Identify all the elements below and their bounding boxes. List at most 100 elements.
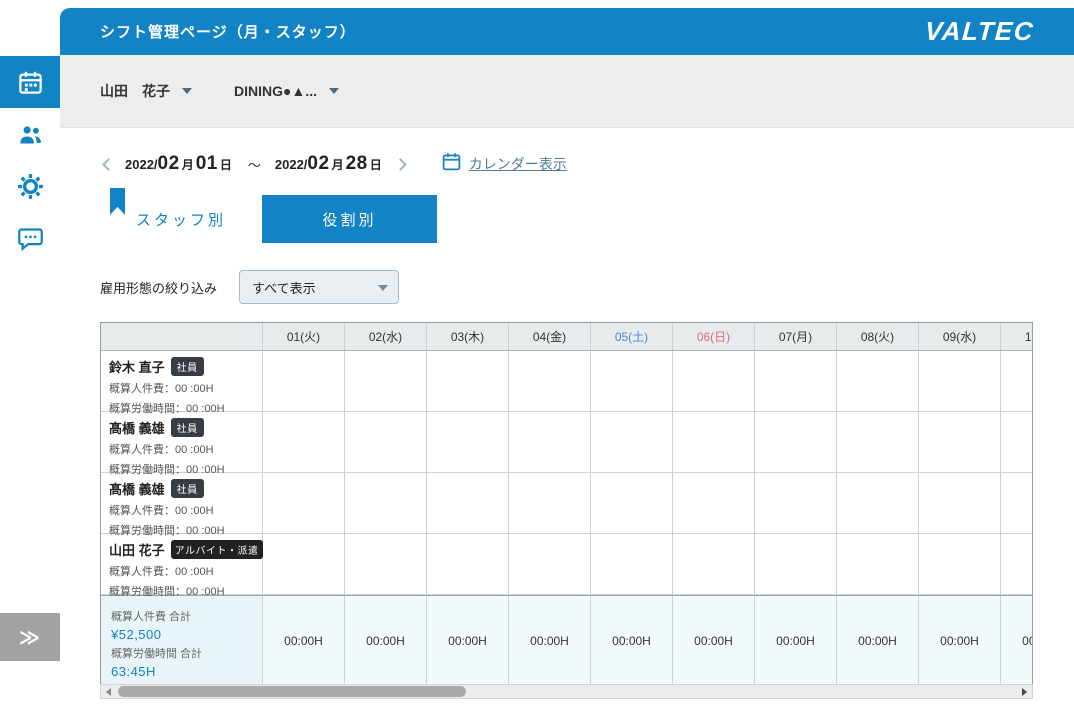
day-header: 08(火) bbox=[837, 323, 919, 350]
shift-cell[interactable] bbox=[345, 351, 427, 411]
shift-cell[interactable] bbox=[591, 534, 673, 594]
shift-cell[interactable] bbox=[591, 412, 673, 472]
valtec-logo: VALTEC bbox=[924, 16, 1035, 47]
shift-cell[interactable] bbox=[591, 473, 673, 533]
sidebar-item-shift-calendar[interactable] bbox=[0, 56, 60, 108]
shift-cell[interactable] bbox=[427, 473, 509, 533]
summary-total-cell: 00:00H bbox=[345, 596, 427, 685]
scrollbar-track[interactable] bbox=[116, 685, 1017, 698]
shift-cell[interactable] bbox=[673, 534, 755, 594]
shift-cell[interactable] bbox=[673, 473, 755, 533]
shift-cell[interactable] bbox=[919, 473, 1001, 533]
shift-cell[interactable] bbox=[509, 534, 591, 594]
shift-cell[interactable] bbox=[919, 534, 1001, 594]
shift-cell[interactable] bbox=[263, 351, 345, 411]
date-range-nav: 2022/02月01日 ～ 2022/02月28日 カレンダー表示 bbox=[100, 148, 567, 180]
shift-cell[interactable] bbox=[427, 351, 509, 411]
employment-filter-select[interactable]: すべて表示 bbox=[239, 270, 399, 304]
chevron-down-icon bbox=[329, 88, 339, 94]
scrollbar-thumb[interactable] bbox=[118, 686, 466, 697]
sidebar-item-settings[interactable] bbox=[0, 160, 60, 212]
shift-cell[interactable] bbox=[1001, 473, 1033, 533]
shift-cell[interactable] bbox=[509, 473, 591, 533]
view-tabs: スタッフ別 役割別 bbox=[100, 195, 437, 243]
day-header: 06(日) bbox=[673, 323, 755, 350]
staff-cost: 概算人件費：00 :00H bbox=[109, 563, 254, 579]
chevron-down-icon bbox=[182, 88, 192, 94]
summary-total-cell: 00:00H bbox=[263, 596, 345, 685]
shift-cell[interactable] bbox=[837, 412, 919, 472]
shift-cell[interactable] bbox=[345, 473, 427, 533]
sidebar-item-messages[interactable] bbox=[0, 212, 60, 264]
day-header: 05(土) bbox=[591, 323, 673, 350]
shift-cell[interactable] bbox=[919, 412, 1001, 472]
summary-total-cell: 00:00H bbox=[591, 596, 673, 685]
table-horizontal-scrollbar bbox=[100, 684, 1033, 699]
staff-column-header bbox=[101, 323, 263, 350]
prev-month-button[interactable] bbox=[100, 156, 117, 173]
summary-total-cell: 00:00H bbox=[919, 596, 1001, 685]
staff-name: 鈴木 直子 bbox=[109, 357, 165, 376]
scroll-left-button[interactable] bbox=[101, 685, 116, 698]
summary-total-cell: 00:00H bbox=[509, 596, 591, 685]
staff-info-cell: 鈴木 直子社員 概算人件費：00 :00H 概算労働時間：00 :00H bbox=[101, 351, 263, 411]
shift-cell[interactable] bbox=[263, 534, 345, 594]
shift-cell[interactable] bbox=[837, 473, 919, 533]
sidebar-expand-button[interactable]: ≫ bbox=[0, 613, 60, 661]
shift-cell[interactable] bbox=[755, 412, 837, 472]
calendar-icon bbox=[17, 69, 44, 96]
shift-cell[interactable] bbox=[1001, 351, 1033, 411]
staff-row: 髙橋 義雄社員 概算人件費：00 :00H 概算労働時間：00 :00H bbox=[101, 473, 1033, 534]
sidebar-item-staff[interactable] bbox=[0, 108, 60, 160]
summary-cost-label: 概算人件費 合計 bbox=[111, 608, 252, 624]
store-dropdown[interactable]: DINING●▲... bbox=[234, 83, 339, 99]
chevron-right-icon bbox=[394, 158, 407, 171]
tab-by-staff[interactable]: スタッフ別 bbox=[100, 195, 262, 243]
shift-cell[interactable] bbox=[755, 534, 837, 594]
day-header: 01(火) bbox=[263, 323, 345, 350]
shift-cell[interactable] bbox=[673, 351, 755, 411]
summary-totals-cell: 概算人件費 合計 ¥52,500 概算労働時間 合計 63:45H bbox=[101, 596, 263, 685]
user-dropdown[interactable]: 山田 花子 bbox=[100, 81, 192, 101]
employment-filter-label: 雇用形態の絞り込み bbox=[100, 278, 217, 297]
next-month-button[interactable] bbox=[392, 156, 409, 173]
shift-cell[interactable] bbox=[755, 473, 837, 533]
calendar-icon bbox=[441, 151, 462, 177]
day-header: 03(木) bbox=[427, 323, 509, 350]
summary-hours-value: 63:45H bbox=[111, 664, 252, 679]
shift-cell[interactable] bbox=[591, 351, 673, 411]
shift-cell[interactable] bbox=[345, 412, 427, 472]
shift-cell[interactable] bbox=[345, 534, 427, 594]
shift-cell[interactable] bbox=[263, 412, 345, 472]
shift-cell[interactable] bbox=[427, 534, 509, 594]
shift-management-page: ≫ シフト管理ページ（月・スタッフ） VALTEC 山田 花子 DINING●▲… bbox=[0, 0, 1074, 727]
day-header: 10(木) bbox=[1001, 323, 1033, 350]
shift-cell[interactable] bbox=[837, 534, 919, 594]
main-content: 2022/02月01日 ～ 2022/02月28日 カレンダー表示 bbox=[60, 128, 1074, 727]
staff-name: 髙橋 義雄 bbox=[109, 418, 165, 437]
page-title: シフト管理ページ（月・スタッフ） bbox=[100, 21, 356, 42]
shift-cell[interactable] bbox=[673, 412, 755, 472]
shift-cell[interactable] bbox=[837, 351, 919, 411]
shift-cell[interactable] bbox=[509, 412, 591, 472]
staff-info-cell: 山田 花子アルバイト・派遣 概算人件費：00 :00H 概算労働時間：00 :0… bbox=[101, 534, 263, 594]
shift-cell[interactable] bbox=[1001, 412, 1033, 472]
people-icon bbox=[17, 121, 44, 148]
employment-filter: 雇用形態の絞り込み すべて表示 bbox=[100, 270, 399, 304]
shift-cell[interactable] bbox=[263, 473, 345, 533]
staff-cost: 概算人件費：00 :00H bbox=[109, 380, 254, 396]
shift-cell[interactable] bbox=[427, 412, 509, 472]
calendar-view-link[interactable]: カレンダー表示 bbox=[441, 151, 567, 177]
top-header: シフト管理ページ（月・スタッフ） VALTEC bbox=[60, 8, 1074, 55]
shift-cell[interactable] bbox=[1001, 534, 1033, 594]
staff-row: 山田 花子アルバイト・派遣 概算人件費：00 :00H 概算労働時間：00 :0… bbox=[101, 534, 1033, 595]
shift-cell[interactable] bbox=[755, 351, 837, 411]
staff-cost: 概算人件費：00 :00H bbox=[109, 502, 254, 518]
scroll-right-button[interactable] bbox=[1017, 685, 1032, 698]
shift-cell[interactable] bbox=[509, 351, 591, 411]
tab-by-role[interactable]: 役割別 bbox=[262, 195, 437, 243]
sidebar: ≫ bbox=[0, 0, 60, 727]
employment-badge: 社員 bbox=[171, 418, 204, 437]
shift-cell[interactable] bbox=[919, 351, 1001, 411]
date-separator: ～ bbox=[248, 155, 261, 174]
